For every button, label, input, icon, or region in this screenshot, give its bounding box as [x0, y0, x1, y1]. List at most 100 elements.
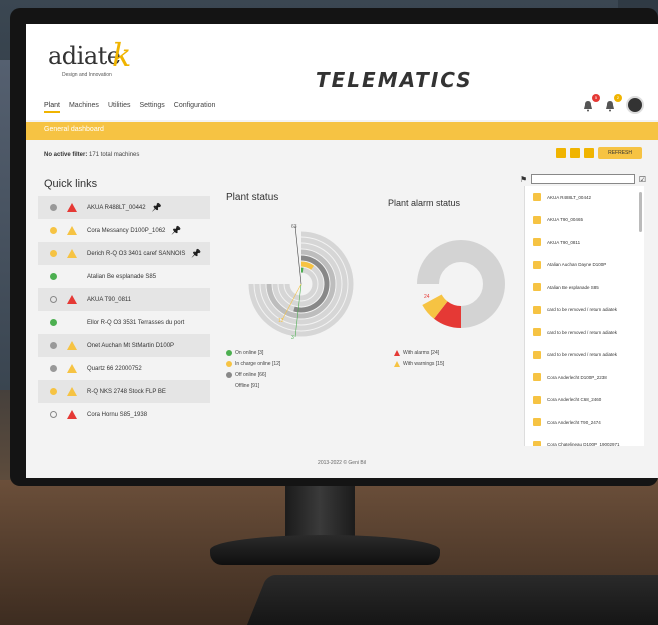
- label-leader-line: [294, 225, 302, 285]
- app-header: adiate k Design and Innovation TELEMATIC…: [26, 24, 658, 120]
- status-dot-icon: [50, 388, 57, 395]
- machine-list-item[interactable]: AKUA T90_0811: [525, 231, 644, 254]
- checkbox[interactable]: [533, 238, 541, 247]
- pie-slice[interactable]: [422, 293, 448, 319]
- machine-list-item[interactable]: Atalian Be esplanade S85: [525, 276, 644, 299]
- machine-list-item[interactable]: card to be removed / return adiatek: [525, 344, 644, 367]
- plant-alarm-legend: With alarms [24] With warnings [15]: [394, 350, 444, 372]
- chart-view-icon[interactable]: [556, 148, 567, 158]
- machine-list-item[interactable]: Cora Chatelineau D100P_19002971: [525, 434, 644, 446]
- checkbox[interactable]: [533, 215, 541, 224]
- quick-link-label: Cora Hornu S85_1938: [87, 411, 148, 418]
- quick-link-label: Cora Messancy D100P_1062: [87, 227, 166, 234]
- checkbox[interactable]: [533, 395, 541, 404]
- pie-slice[interactable]: [433, 300, 462, 328]
- data-label: 24: [424, 294, 430, 300]
- tag-icon[interactable]: ⚑: [520, 175, 527, 184]
- legend-dot-icon: [226, 383, 232, 389]
- legend-item: In charge online [12]: [226, 361, 280, 367]
- app-title: TELEMATICS: [316, 68, 473, 92]
- legend-triangle-icon: [394, 350, 400, 356]
- user-avatar[interactable]: [626, 96, 644, 114]
- checkbox[interactable]: [533, 373, 541, 382]
- list-search-input[interactable]: [531, 174, 635, 184]
- machine-list-item[interactable]: card to be removed / return adiatek: [525, 299, 644, 322]
- quick-link-item[interactable]: R-Q NKS 2748 Stock FLP BE: [38, 380, 210, 403]
- checkbox[interactable]: [533, 350, 541, 359]
- list-view-icon[interactable]: [584, 148, 595, 158]
- legend-dot-icon: [226, 361, 232, 367]
- quick-link-item[interactable]: Quartz 66 22000752: [38, 357, 210, 380]
- keyboard: [242, 575, 658, 625]
- warning-triangle-icon: [67, 341, 77, 350]
- machine-list-item[interactable]: Atalian Auchan Dayne D100P: [525, 254, 644, 277]
- warning-bell-icon[interactable]: 2: [604, 94, 622, 112]
- filter-count: 171 total machines: [89, 152, 140, 158]
- nav-configuration[interactable]: Configuration: [174, 102, 216, 113]
- plant-alarm-chart: 24: [417, 240, 505, 328]
- machine-list-item[interactable]: Cora Anderlecht T90_2474: [525, 411, 644, 434]
- machine-list-label: card to be removed / return adiatek: [547, 307, 618, 313]
- alarm-count-badge: 5: [592, 94, 600, 102]
- checkbox[interactable]: [533, 260, 541, 269]
- warning-triangle-icon: [67, 249, 77, 258]
- quick-link-item[interactable]: Cora Messancy D100P_1062 📌: [38, 219, 210, 242]
- data-label: 63: [291, 224, 297, 230]
- quick-link-item[interactable]: Atalian Be esplanade S85: [38, 265, 210, 288]
- checkbox[interactable]: [533, 418, 541, 427]
- pin-icon[interactable]: 📌: [152, 203, 162, 212]
- main-nav: Plant Machines Utilities Settings Config…: [44, 102, 215, 113]
- machine-list-item[interactable]: AKUA R488LT_00442: [525, 186, 644, 209]
- checkbox[interactable]: [533, 283, 541, 292]
- quick-link-item[interactable]: Ellor R-Q O3 3531 Terrasses du port: [38, 311, 210, 334]
- checkbox[interactable]: [533, 193, 541, 202]
- quick-link-item[interactable]: Cora Hornu S85_1938: [38, 403, 210, 426]
- status-dot-icon: [50, 204, 57, 211]
- nav-utilities[interactable]: Utilities: [108, 102, 131, 113]
- pin-icon[interactable]: 📌: [171, 226, 181, 235]
- machine-list-item[interactable]: card to be removed / return adiatek: [525, 321, 644, 344]
- checkbox[interactable]: [533, 440, 541, 446]
- plant-status-title: Plant status: [226, 192, 279, 203]
- machine-list-label: Atalian Auchan Dayne D100P: [547, 262, 607, 268]
- data-label: 3: [291, 335, 294, 341]
- quick-link-item[interactable]: Onet Auchan Mt StMartin D100P: [38, 334, 210, 357]
- status-dot-icon: [50, 319, 57, 326]
- machine-list: AKUA R488LT_00442 AKUA T90_00465 AKUA T90_…: [524, 186, 644, 446]
- quick-link-label: Ellor R-Q O3 3531 Terrasses du port: [87, 319, 185, 326]
- radial-bar[interactable]: [300, 261, 315, 270]
- plant-alarm-status-title: Plant alarm status: [388, 198, 461, 208]
- legend-label: In charge online [12]: [235, 361, 281, 367]
- legend-label: Off online [66]: [235, 372, 267, 378]
- nav-settings[interactable]: Settings: [140, 102, 165, 113]
- legend-item: On online [3]: [226, 350, 280, 356]
- logo-k: k: [112, 36, 132, 74]
- quick-links-title: Quick links: [44, 178, 98, 190]
- logo[interactable]: adiate k Design and Innovation: [48, 36, 148, 92]
- nav-machines[interactable]: Machines: [69, 102, 99, 113]
- machine-list-label: Atalian Be esplanade S85: [547, 284, 599, 290]
- machine-list-item[interactable]: AKUA T90_00465: [525, 209, 644, 232]
- no-alert-icon: [67, 318, 77, 327]
- header-icons: 5 2: [582, 94, 644, 114]
- refresh-button[interactable]: REFRESH: [598, 147, 642, 159]
- alarm-bell-icon[interactable]: 5: [582, 94, 600, 112]
- pin-icon[interactable]: 📌: [191, 249, 201, 258]
- legend-dot-icon: [226, 372, 232, 378]
- quick-link-item[interactable]: Derich R-Q O3 3401 caref SANNOIS 📌: [38, 242, 210, 265]
- machine-list-label: card to be removed / return adiatek: [547, 329, 618, 335]
- quick-link-item[interactable]: AKUA R488LT_00442 📌: [38, 196, 210, 219]
- list-scrollbar[interactable]: [639, 192, 642, 232]
- machine-list-item[interactable]: Cora Anderlecht D100P_2238: [525, 366, 644, 389]
- checkbox[interactable]: [533, 328, 541, 337]
- map-view-icon[interactable]: [570, 148, 581, 158]
- checkbox[interactable]: [533, 305, 541, 314]
- select-all-checkbox[interactable]: ☑: [639, 175, 646, 184]
- warning-triangle-icon: [67, 226, 77, 235]
- machine-list-item[interactable]: Cora Anderlecht C68_2460: [525, 389, 644, 412]
- nav-plant[interactable]: Plant: [44, 102, 60, 113]
- legend-item: With alarms [24]: [394, 350, 444, 356]
- machine-list-label: AKUA T90_0811: [547, 239, 581, 245]
- quick-link-item[interactable]: AKUA T90_0811: [38, 288, 210, 311]
- warning-triangle-icon: [67, 364, 77, 373]
